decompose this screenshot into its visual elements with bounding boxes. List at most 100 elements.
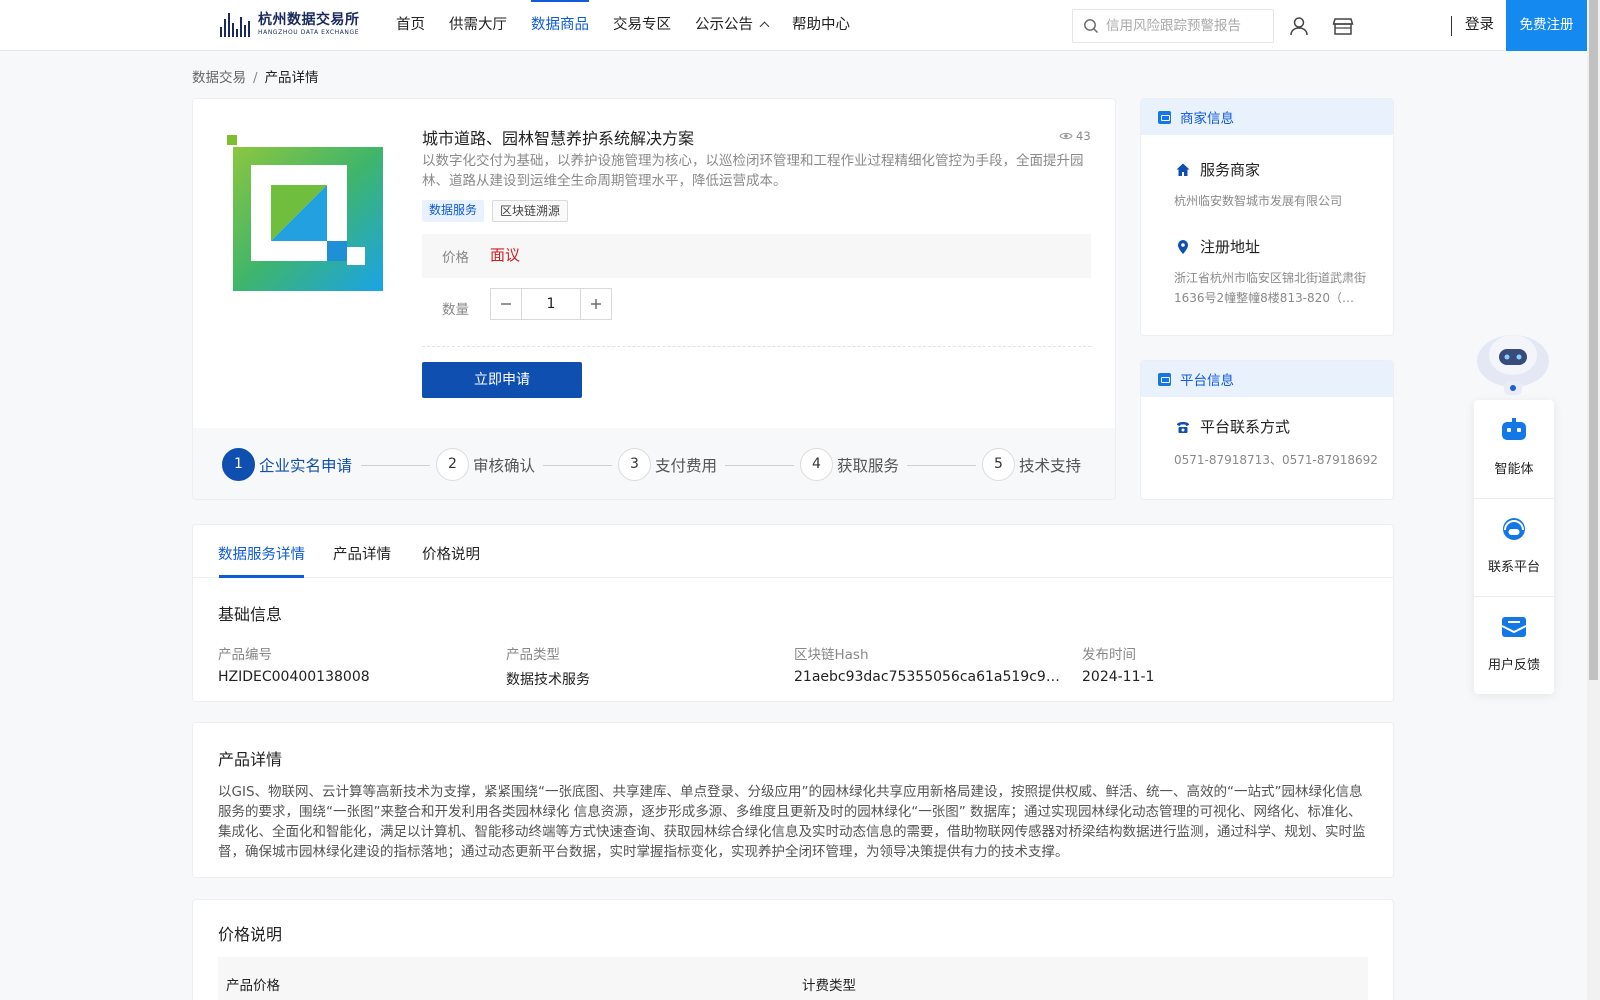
step-label: 支付费用 (655, 456, 718, 475)
tag-blockchain: 区块链溯源 (492, 200, 569, 222)
info-value: 2024-11-1 (1082, 669, 1155, 685)
decrement-button[interactable] (491, 289, 522, 319)
tab-bar: 数据服务详情 产品详情 价格说明 (193, 525, 1393, 578)
step-1: 1 企业实名申请 (222, 448, 352, 481)
divider (422, 346, 1091, 347)
price-info-card: 价格说明 产品价格 计费类型 (192, 899, 1394, 1000)
nav-announcements-label: 公示公告 (695, 17, 753, 33)
registered-address-label: 注册地址 (1175, 236, 1260, 257)
platform-contact-label: 平台联系方式 (1175, 416, 1290, 437)
service-merchant-label: 服务商家 (1175, 159, 1260, 180)
float-agent[interactable]: 智能体 (1474, 400, 1554, 498)
scrollbar-thumb[interactable] (1589, 0, 1598, 680)
register-button[interactable]: 免费注册 (1506, 0, 1587, 51)
step-connector (361, 465, 430, 466)
nav-data-products[interactable]: 数据商品 (531, 0, 589, 51)
merchant-info-header: 商家信息 (1141, 99, 1393, 135)
info-blockchain-hash: 区块链Hash 21aebc93dac75355056ca61a519c9621… (794, 643, 1064, 685)
apply-button[interactable]: 立即申请 (422, 362, 582, 398)
breadcrumb-root[interactable]: 数据交易 (192, 70, 246, 86)
location-pin-icon (1178, 239, 1188, 254)
nav-home[interactable]: 首页 (396, 0, 425, 51)
step-label: 技术支持 (1019, 456, 1082, 475)
price-value: 面议 (490, 246, 521, 264)
view-count-value: 43 (1076, 129, 1091, 143)
step-connector (907, 465, 976, 466)
float-agent-label: 智能体 (1494, 462, 1534, 477)
platform-info-header: 平台信息 (1141, 361, 1393, 397)
tab-data-service-detail[interactable]: 数据服务详情 (218, 543, 305, 564)
merchant-info-title: 商家信息 (1180, 111, 1234, 127)
breadcrumb-current: 产品详情 (264, 70, 319, 86)
monitor-icon (1158, 372, 1171, 386)
home-icon (1176, 163, 1190, 176)
logo-subtitle: HANGZHOU DATA EXCHANGE (258, 28, 360, 36)
float-contact[interactable]: 联系平台 (1474, 498, 1554, 596)
product-tags: 数据服务 区块链溯源 (422, 200, 569, 222)
step-label: 获取服务 (837, 456, 900, 475)
info-product-number: 产品编号 HZIDEC00400138008 (218, 643, 488, 685)
floating-panel: 智能体 联系平台 用户反馈 (1474, 400, 1554, 694)
nav-trade-zone[interactable]: 交易专区 (613, 0, 671, 51)
nav-help-center[interactable]: 帮助中心 (792, 0, 850, 51)
step-3: 3 支付费用 (618, 448, 717, 481)
step-number: 3 (618, 448, 651, 481)
step-connector (725, 465, 794, 466)
tab-price-info[interactable]: 价格说明 (422, 543, 480, 564)
registered-address-title: 注册地址 (1200, 238, 1261, 256)
step-5: 5 技术支持 (982, 448, 1081, 481)
user-icon[interactable] (1288, 15, 1310, 37)
shop-icon[interactable] (1332, 15, 1354, 37)
search-box[interactable] (1072, 9, 1274, 43)
logo-mark-icon (220, 11, 250, 37)
product-image (227, 135, 383, 291)
service-merchant-title: 服务商家 (1200, 161, 1261, 179)
platform-contact-title: 平台联系方式 (1200, 418, 1291, 436)
minus-icon (501, 303, 511, 305)
step-4: 4 获取服务 (800, 448, 899, 481)
quantity-stepper: 1 (490, 288, 612, 320)
quantity-input[interactable]: 1 (522, 289, 580, 319)
tab-product-detail[interactable]: 产品详情 (333, 543, 391, 564)
chevron-up-icon (759, 21, 770, 32)
product-detail-card: 产品详情 以GIS、物联网、云计算等高新技术为支撑，紧紧围绕“一张底图、共享建库… (192, 722, 1394, 878)
breadcrumb: 数据交易 / 产品详情 (192, 66, 319, 86)
step-2: 2 审核确认 (436, 448, 535, 481)
step-number: 5 (982, 448, 1015, 481)
robot-assistant-icon[interactable] (1474, 325, 1552, 403)
process-steps: 1 企业实名申请 2 审核确认 3 支付费用 4 获取服务 5 技术支持 (193, 428, 1115, 499)
merchant-info-card: 商家信息 服务商家 杭州临安数智城市发展有限公司 注册地址 浙江省杭州市临安区锦… (1140, 98, 1394, 336)
basic-info-title: 基础信息 (218, 605, 283, 624)
info-key: 产品编号 (218, 647, 272, 663)
eye-icon (1059, 132, 1073, 140)
platform-info-title: 平台信息 (1180, 373, 1234, 389)
step-number: 4 (800, 448, 833, 481)
nav-announcements[interactable]: 公示公告 (695, 0, 770, 51)
view-count: 43 (1059, 129, 1091, 143)
price-label: 价格 (442, 250, 469, 266)
increment-button[interactable] (580, 289, 611, 319)
float-feedback[interactable]: 用户反馈 (1474, 596, 1554, 694)
registered-address-value: 浙江省杭州市临安区锦北街道武肃街1636号2幢整幢8楼813-820（… (1174, 271, 1367, 305)
price-table-col-price: 产品价格 (226, 978, 280, 994)
login-link[interactable]: 登录 (1465, 0, 1494, 51)
price-table-header: 产品价格 计费类型 (218, 957, 1368, 1000)
nav-supply-demand[interactable]: 供需大厅 (449, 0, 507, 51)
headset-icon (1503, 518, 1525, 540)
info-publish-date: 发布时间 2024-11-1 (1082, 643, 1352, 685)
logo-title: 杭州数据交易所 (258, 11, 360, 28)
main-nav: 首页 供需大厅 数据商品 交易专区 公示公告 帮助中心 (396, 0, 874, 51)
info-key: 区块链Hash (794, 647, 869, 663)
search-input[interactable] (1106, 18, 1266, 34)
product-detail-text: 以GIS、物联网、云计算等高新技术为支撑，紧紧围绕“一张底图、共享建库、单点登录… (218, 784, 1366, 860)
logo[interactable]: 杭州数据交易所 HANGZHOU DATA EXCHANGE (220, 11, 360, 37)
top-header: 杭州数据交易所 HANGZHOU DATA EXCHANGE 首页 供需大厅 数… (0, 0, 1587, 51)
header-divider (1451, 16, 1452, 36)
product-title: 城市道路、园林智慧养护系统解决方案 (422, 129, 695, 148)
search-icon (1084, 19, 1098, 33)
platform-contact-value: 0571-87918713、0571-87918692 (1174, 453, 1378, 467)
tag-data-service: 数据服务 (422, 200, 485, 222)
step-number: 1 (222, 448, 255, 481)
float-contact-label: 联系平台 (1487, 560, 1540, 575)
quantity-label: 数量 (442, 302, 469, 318)
